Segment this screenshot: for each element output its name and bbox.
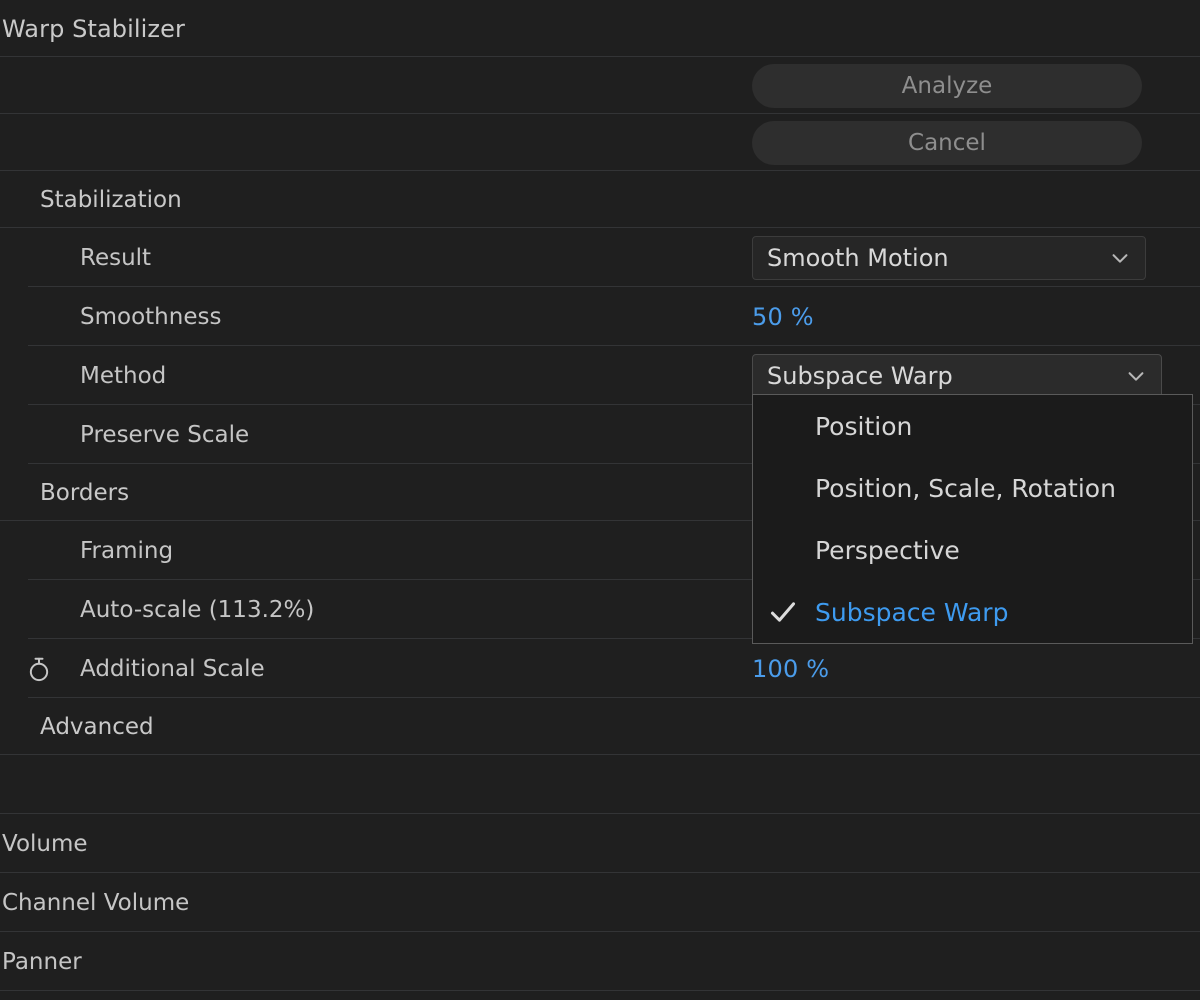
menu-item-position-scale-rotation[interactable]: Position, Scale, Rotation — [753, 457, 1192, 519]
stopwatch-icon[interactable] — [24, 654, 54, 684]
group-label-advanced: Advanced — [40, 713, 154, 740]
group-advanced[interactable]: Advanced — [0, 698, 1200, 755]
property-label-preserve-scale: Preserve Scale — [80, 421, 250, 448]
checkmark-icon — [769, 598, 797, 626]
menu-item-position[interactable]: Position — [753, 395, 1192, 457]
property-label-framing: Framing — [80, 537, 174, 564]
effect-label-channel-volume: Channel Volume — [2, 889, 190, 916]
menu-item-perspective[interactable]: Perspective — [753, 519, 1192, 581]
effect-label-volume: Volume — [2, 830, 88, 857]
effect-controls-panel: Warp Stabilizer Analyze Cancel Stabiliza… — [0, 0, 1200, 1000]
property-label-auto-scale: Auto-scale (113.2%) — [80, 596, 315, 623]
menu-item-label: Perspective — [815, 535, 960, 565]
effect-row-volume[interactable]: Volume — [0, 814, 1200, 873]
group-label-stabilization: Stabilization — [40, 186, 182, 213]
group-label-borders: Borders — [40, 479, 130, 506]
effect-row-channel-volume[interactable]: Channel Volume — [0, 873, 1200, 932]
menu-item-subspace-warp[interactable]: Subspace Warp — [753, 581, 1192, 643]
analyze-row: Analyze — [0, 57, 1200, 114]
effect-label-panner: Panner — [2, 948, 82, 975]
property-label-smoothness: Smoothness — [80, 303, 222, 330]
property-row-result: Result Smooth Motion — [0, 228, 1200, 287]
menu-item-label: Position — [815, 411, 913, 441]
cancel-button[interactable]: Cancel — [752, 120, 1142, 165]
method-dropdown-menu: Position Position, Scale, Rotation Persp… — [752, 394, 1193, 644]
cancel-row: Cancel — [0, 114, 1200, 171]
page-title: Warp Stabilizer — [2, 14, 185, 43]
chevron-down-icon — [1112, 253, 1128, 263]
panel-spacer — [0, 755, 1200, 814]
additional-scale-value[interactable]: 100 % — [752, 655, 829, 683]
chevron-down-icon — [1128, 371, 1144, 381]
result-select-value: Smooth Motion — [767, 243, 949, 272]
effect-title-row[interactable]: Warp Stabilizer — [0, 0, 1200, 57]
method-select-value: Subspace Warp — [767, 361, 953, 390]
menu-item-label: Position, Scale, Rotation — [815, 473, 1116, 503]
group-stabilization[interactable]: Stabilization — [0, 171, 1200, 228]
property-label-result: Result — [80, 244, 152, 271]
property-label-method: Method — [80, 362, 167, 389]
smoothness-value[interactable]: 50 % — [752, 303, 814, 331]
effect-row-panner[interactable]: Panner — [0, 932, 1200, 991]
method-select[interactable]: Subspace Warp — [752, 353, 1162, 398]
property-row-additional-scale: Additional Scale 100 % — [0, 639, 1200, 698]
analyze-button[interactable]: Analyze — [752, 63, 1142, 108]
menu-item-label: Subspace Warp — [815, 597, 1009, 627]
result-select[interactable]: Smooth Motion — [752, 235, 1146, 280]
property-row-smoothness: Smoothness 50 % — [0, 287, 1200, 346]
